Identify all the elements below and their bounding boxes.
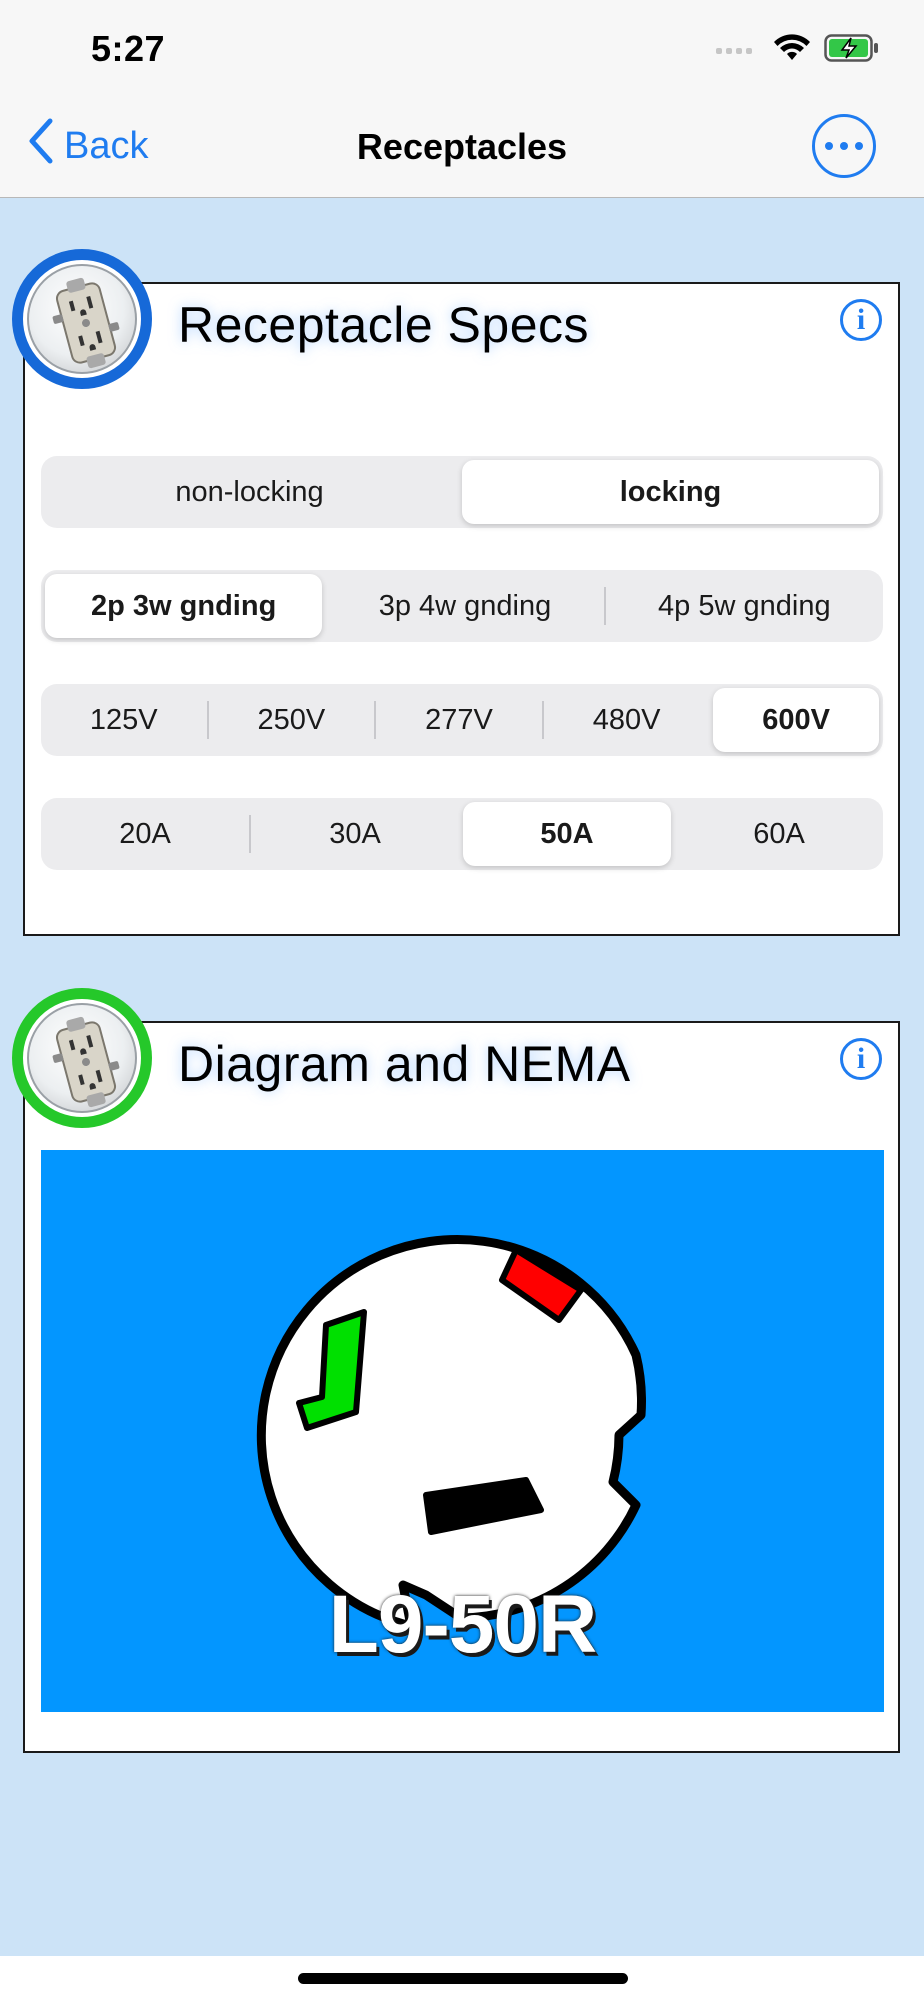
info-icon[interactable]: i bbox=[840, 299, 882, 341]
receptacle-specs-title: Receptacle Specs bbox=[178, 297, 590, 353]
receptacle-icon bbox=[12, 249, 152, 389]
navigation-bar: 5:27 Back Receptacles bbox=[0, 0, 924, 198]
amperage-segmented-control[interactable]: 20A 30A 50A 60A bbox=[41, 798, 883, 870]
segment-277v[interactable]: 277V bbox=[376, 688, 542, 752]
status-icons bbox=[716, 32, 880, 68]
battery-charging-icon bbox=[824, 33, 880, 67]
nema-diagram: L9-50R bbox=[41, 1150, 884, 1712]
segment-250v[interactable]: 250V bbox=[209, 688, 375, 752]
status-time: 5:27 bbox=[91, 28, 166, 69]
segment-3p-4w-gnding[interactable]: 3p 4w gnding bbox=[326, 574, 603, 638]
receptacle-face bbox=[256, 1235, 646, 1631]
diagram-title: Diagram and NEMA bbox=[178, 1036, 631, 1092]
segment-30a[interactable]: 30A bbox=[251, 802, 459, 866]
receptacle-icon bbox=[12, 988, 152, 1128]
page-title: Receptacles bbox=[356, 126, 568, 167]
segment-125v[interactable]: 125V bbox=[41, 688, 207, 752]
segment-50a[interactable]: 50A bbox=[463, 802, 671, 866]
ellipsis-circle-icon[interactable] bbox=[812, 114, 876, 178]
home-indicator[interactable] bbox=[298, 1973, 628, 1984]
segment-600v[interactable]: 600V bbox=[713, 688, 879, 752]
segment-2p-3w-gnding[interactable]: 2p 3w gnding bbox=[45, 574, 323, 638]
nema-label: L9-50R bbox=[328, 1579, 597, 1670]
segment-480v[interactable]: 480V bbox=[544, 688, 710, 752]
segment-non-locking[interactable]: non-locking bbox=[41, 460, 458, 524]
locking-segmented-control[interactable]: non-locking locking bbox=[41, 456, 883, 528]
voltage-segmented-control[interactable]: 125V 250V 277V 480V 600V bbox=[41, 684, 883, 756]
wifi-icon bbox=[774, 33, 810, 67]
wiring-segmented-control[interactable]: 2p 3w gnding 3p 4w gnding 4p 5w gnding bbox=[41, 570, 883, 642]
segment-20a[interactable]: 20A bbox=[41, 802, 249, 866]
segment-locking[interactable]: locking bbox=[462, 460, 879, 524]
info-icon[interactable]: i bbox=[840, 1038, 882, 1080]
segment-60a[interactable]: 60A bbox=[675, 802, 883, 866]
segment-4p-5w-gnding[interactable]: 4p 5w gnding bbox=[606, 574, 883, 638]
cellular-signal-icon bbox=[716, 41, 760, 59]
